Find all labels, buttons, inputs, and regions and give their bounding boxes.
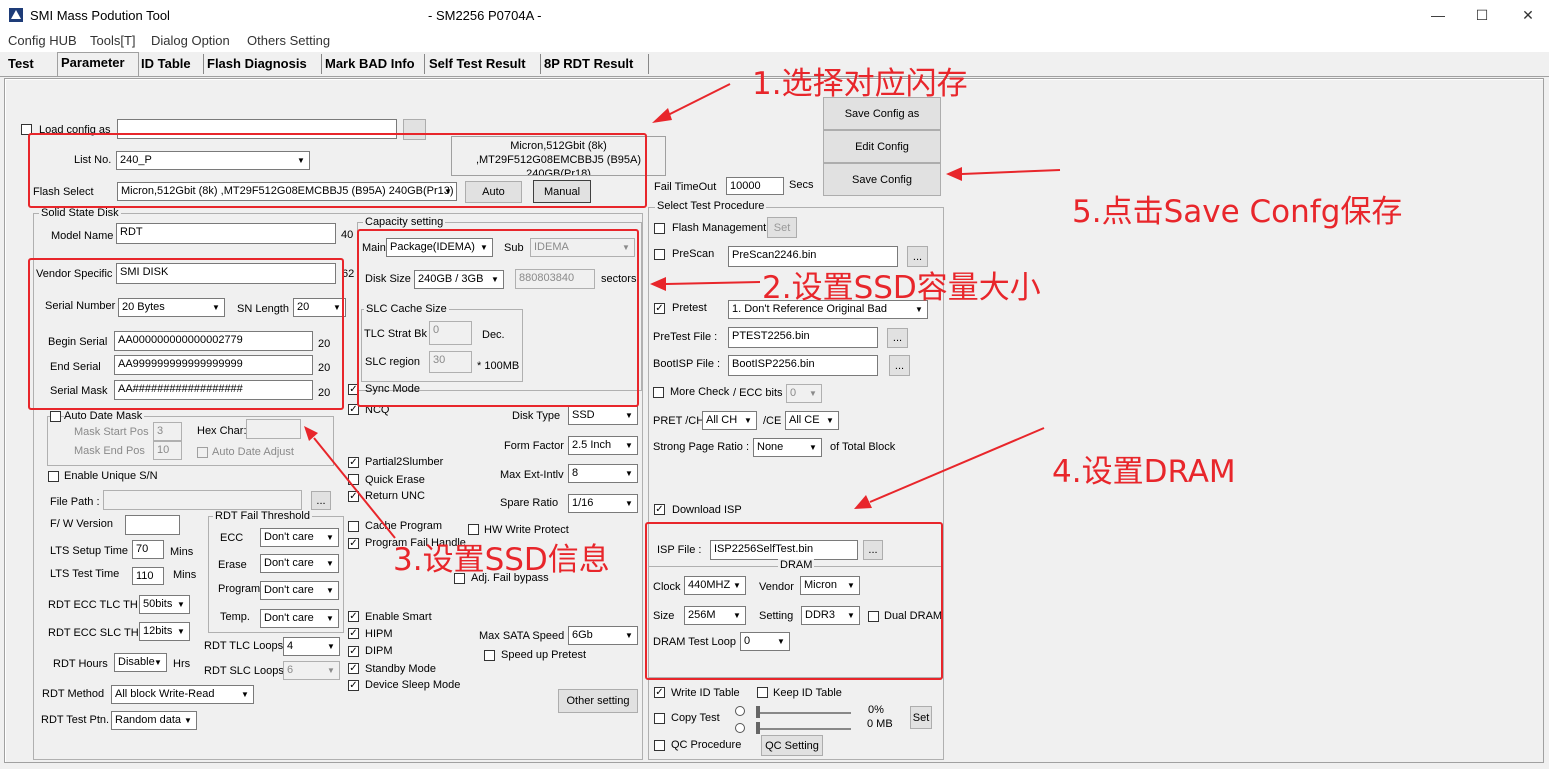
annotation-1: 1.选择对应闪存 [752,66,968,102]
arrow-3-line [313,437,396,539]
annotation-arrows [304,83,1061,539]
arrow-2-head [650,277,666,291]
arrow-1-line [667,83,731,116]
arrow-3-head [304,426,318,441]
arrow-5-head [946,167,962,181]
arrow-4-head [854,495,872,509]
annotation-5: 5.点击Save Confg保存 [1072,194,1403,230]
annotation-2: 2.设置SSD容量大小 [762,270,1041,306]
annotation-3: 3.设置SSD信息 [393,542,610,578]
arrow-1-head [652,108,672,123]
arrow-2-line [665,281,761,285]
arrow-5-line [961,169,1061,175]
arrow-4-line [869,427,1045,503]
annotation-4: 4.设置DRAM [1052,454,1236,490]
